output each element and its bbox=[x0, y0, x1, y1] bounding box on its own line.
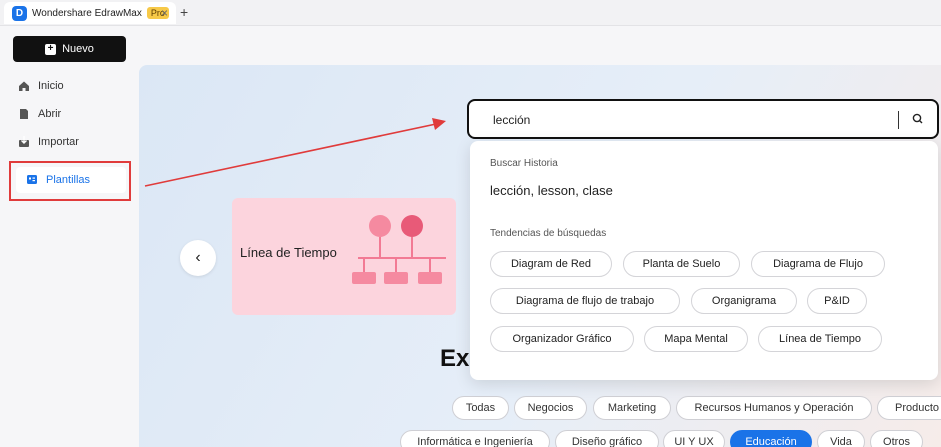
search-icon[interactable] bbox=[911, 112, 925, 126]
category-chip-negocios[interactable]: Negocios bbox=[514, 396, 587, 420]
file-icon bbox=[18, 108, 30, 120]
home-icon bbox=[18, 80, 30, 92]
search-bar[interactable] bbox=[467, 99, 939, 139]
trend-chip[interactable]: Organigrama bbox=[691, 288, 797, 314]
explore-heading: Ex bbox=[440, 345, 470, 372]
sidebar-item-inicio[interactable]: Inicio bbox=[18, 74, 128, 98]
category-chip-otros[interactable]: Otros bbox=[870, 430, 923, 447]
title-bar: D Wondershare EdrawMax Pro × + bbox=[0, 0, 941, 26]
sidebar: + Nuevo Inicio Abrir Importar Plantillas bbox=[0, 26, 139, 447]
sidebar-item-label: Importar bbox=[38, 136, 79, 148]
category-chip-marketing[interactable]: Marketing bbox=[593, 396, 671, 420]
category-chip-producto[interactable]: Producto bbox=[877, 396, 941, 420]
timeline-illustration-icon bbox=[352, 215, 446, 284]
close-tab-icon[interactable]: × bbox=[161, 6, 168, 20]
add-tab-icon[interactable]: + bbox=[180, 4, 188, 20]
trend-chip[interactable]: Línea de Tiempo bbox=[758, 326, 882, 352]
new-button[interactable]: + Nuevo bbox=[13, 36, 126, 62]
plus-icon: + bbox=[45, 43, 57, 55]
sidebar-item-label: Abrir bbox=[38, 108, 62, 120]
category-chip-rrhh[interactable]: Recursos Humanos y Operación bbox=[676, 396, 872, 420]
category-chip-uiux[interactable]: UI Y UX bbox=[663, 430, 725, 447]
sidebar-item-label: Inicio bbox=[38, 80, 64, 92]
search-suggestions-dropdown: Buscar Historia lección, lesson, clase T… bbox=[470, 141, 938, 380]
sidebar-item-importar[interactable]: Importar bbox=[18, 130, 128, 154]
trend-chip[interactable]: Diagrama de Flujo bbox=[751, 251, 885, 277]
template-card-title: Línea de Tiempo bbox=[240, 245, 337, 260]
app-name: Wondershare EdrawMax bbox=[32, 7, 142, 19]
trend-chip[interactable]: Mapa Mental bbox=[644, 326, 748, 352]
search-history-label: Buscar Historia bbox=[490, 158, 558, 169]
edrawmax-logo-icon: D bbox=[12, 5, 27, 21]
search-input[interactable] bbox=[493, 111, 883, 129]
category-chip-vida[interactable]: Vida bbox=[817, 430, 865, 447]
trend-chip[interactable]: Organizador Gráfico bbox=[490, 326, 634, 352]
trend-chip[interactable]: P&ID bbox=[807, 288, 867, 314]
new-button-label: Nuevo bbox=[62, 43, 94, 55]
trend-chip[interactable]: Diagrama de flujo de trabajo bbox=[490, 288, 680, 314]
sidebar-item-abrir[interactable]: Abrir bbox=[18, 102, 128, 126]
top-spacer bbox=[139, 26, 941, 65]
category-chip-diseno[interactable]: Diseño gráfico bbox=[555, 430, 659, 447]
category-chip-informatica[interactable]: Informática e Ingeniería bbox=[400, 430, 550, 447]
trend-chip[interactable]: Planta de Suelo bbox=[623, 251, 740, 277]
highlight-box bbox=[9, 161, 131, 201]
trend-chip[interactable]: Diagram de Red bbox=[490, 251, 612, 277]
search-divider bbox=[898, 111, 899, 129]
category-chip-educacion[interactable]: Educación bbox=[730, 430, 812, 447]
template-card[interactable]: Línea de Tiempo bbox=[232, 198, 456, 315]
search-history-item[interactable]: lección, lesson, clase bbox=[490, 183, 613, 198]
search-trends-label: Tendencias de búsquedas bbox=[490, 228, 607, 239]
import-icon bbox=[18, 136, 30, 148]
category-chip-todas[interactable]: Todas bbox=[452, 396, 509, 420]
app-tab[interactable]: D Wondershare EdrawMax Pro × bbox=[4, 2, 176, 24]
carousel-prev-button[interactable]: ‹ bbox=[180, 240, 216, 276]
